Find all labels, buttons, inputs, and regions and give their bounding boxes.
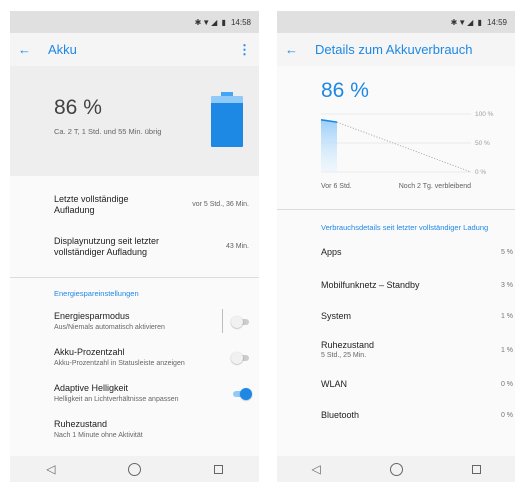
projection-line <box>336 121 472 173</box>
battery-percentage-toggle[interactable] <box>231 351 251 365</box>
app-bar: ← Akku ⋮ <box>10 33 259 66</box>
battery-saver-subtitle: Aus/Niemals automatisch aktivieren <box>54 324 165 331</box>
adaptive-brightness-row[interactable]: Adaptive Helligkeit Helligkeit an Lichtv… <box>10 383 259 419</box>
screen-usage-label: Displaynutzung seit letzter vollständige… <box>54 236 160 257</box>
navigation-bar: ◁ <box>277 456 515 482</box>
sleep-subtitle: Nach 1 Minute ohne Aktivität <box>54 432 143 439</box>
usage-item-apps[interactable]: Apps 5 % <box>277 247 515 280</box>
nav-recents-icon[interactable] <box>471 464 481 474</box>
last-charge-row[interactable]: Letzte vollständige Aufladung vor 5 Std.… <box>10 194 259 224</box>
screen-usage-value: 43 Min. <box>226 243 249 250</box>
last-charge-label: Letzte vollständige Aufladung <box>54 194 129 215</box>
status-time: 14:58 <box>230 17 251 27</box>
screenshot-page: ✱▼◢ ▮ 14:58 ← Akku ⋮ 86 % Ca. 2 T, 1 Std… <box>0 0 515 493</box>
battery-percentage-row[interactable]: Akku-Prozentzahl Akku-Prozentzahl in Sta… <box>10 347 259 383</box>
more-options-icon[interactable]: ⋮ <box>238 42 251 58</box>
adaptive-brightness-subtitle: Helligkeit an Lichtverhältnisse anpassen <box>54 396 179 403</box>
section-usage-details: Verbrauchsdetails seit letzter vollständ… <box>321 223 489 232</box>
usage-item-mobile-standby[interactable]: Mobilfunknetz – Standby 3 % <box>277 280 515 311</box>
usage-item-value: 1 % <box>500 313 513 320</box>
app-bar: ← Details zum Akkuverbrauch <box>277 33 515 66</box>
usage-item-bluetooth[interactable]: Bluetooth 0 % <box>277 410 515 440</box>
usage-item-value: 0 % <box>500 381 513 388</box>
page-title: Details zum Akkuverbrauch <box>315 42 473 57</box>
status-bar: ✱▼◢ ▮ 14:58 <box>10 11 259 33</box>
usage-percent: 86 % <box>321 79 369 102</box>
back-arrow-icon[interactable]: ← <box>285 42 305 57</box>
usage-item-name: Bluetooth <box>321 410 360 420</box>
battery-icon <box>211 92 243 147</box>
history-area <box>321 119 337 172</box>
nav-home-icon[interactable] <box>128 462 142 476</box>
battery-history-chart: 100 % 50 % 0 % Vor 6 Std. Noch 2 Tg. verblei… <box>321 111 494 190</box>
usage-item-subtitle: 5 Std., 25 Min. <box>321 352 367 359</box>
usage-item-name: Ruhezustand <box>321 340 375 350</box>
status-icons: ✱▼◢ ▮ <box>450 17 483 27</box>
x-label-end: Noch 2 Tg. verbleibend <box>399 183 471 190</box>
battery-percentage-title: Akku-Prozentzahl <box>54 347 125 357</box>
sleep-title: Ruhezustand <box>54 419 108 429</box>
nav-back-icon[interactable]: ◁ <box>46 462 55 476</box>
section-power-saving: Energiespareinstellungen <box>54 289 139 298</box>
page-title: Akku <box>48 42 77 57</box>
usage-item-sleep[interactable]: Ruhezustand 5 Std., 25 Min. 1 % <box>277 340 515 379</box>
battery-saver-title: Energiesparmodus <box>54 311 130 321</box>
y-tick-label: 50 % <box>475 140 490 147</box>
y-tick-label: 100 % <box>475 111 494 118</box>
battery-screen: ✱▼◢ ▮ 14:58 ← Akku ⋮ 86 % Ca. 2 T, 1 Std… <box>10 11 259 482</box>
nav-back-icon[interactable]: ◁ <box>311 462 320 476</box>
usage-item-system[interactable]: System 1 % <box>277 311 515 340</box>
usage-item-name: Mobilfunknetz – Standby <box>321 280 420 290</box>
usage-item-name: Apps <box>321 247 342 257</box>
back-arrow-icon[interactable]: ← <box>18 42 38 57</box>
battery-saver-toggle[interactable] <box>231 315 251 329</box>
usage-item-value: 0 % <box>500 412 513 419</box>
divider <box>222 309 223 333</box>
battery-usage-details-screen: ✱▼◢ ▮ 14:59 ← Details zum Akkuverbrauch … <box>277 11 515 482</box>
usage-item-value: 3 % <box>500 282 513 289</box>
y-tick-label: 0 % <box>475 169 486 176</box>
sleep-row[interactable]: Ruhezustand Nach 1 Minute ohne Aktivität <box>10 419 259 449</box>
battery-percentage-subtitle: Akku-Prozentzahl in Statusleiste anzeige… <box>54 360 185 367</box>
status-time: 14:59 <box>486 17 507 27</box>
navigation-bar: ◁ <box>10 456 259 482</box>
usage-item-value: 1 % <box>500 347 513 354</box>
usage-item-name: WLAN <box>321 379 348 389</box>
usage-item-name: System <box>321 311 352 321</box>
screen-usage-row[interactable]: Displaynutzung seit letzter vollständige… <box>10 236 259 266</box>
status-bar: ✱▼◢ ▮ 14:59 <box>277 11 515 33</box>
adaptive-brightness-toggle[interactable] <box>231 387 252 401</box>
battery-summary: 86 % Ca. 2 T, 1 Std. und 55 Min. übrig <box>10 66 259 176</box>
usage-item-value: 5 % <box>500 249 513 256</box>
last-charge-value: vor 5 Std., 36 Min. <box>192 201 249 208</box>
usage-item-wlan[interactable]: WLAN 0 % <box>277 379 515 410</box>
nav-home-icon[interactable] <box>389 462 403 476</box>
adaptive-brightness-title: Adaptive Helligkeit <box>54 383 129 393</box>
x-label-start: Vor 6 Std. <box>321 183 352 190</box>
status-icons: ✱▼◢ ▮ <box>194 17 227 27</box>
nav-recents-icon[interactable] <box>213 464 223 474</box>
battery-saver-row[interactable]: Energiesparmodus Aus/Niemals automatisch… <box>10 309 259 347</box>
